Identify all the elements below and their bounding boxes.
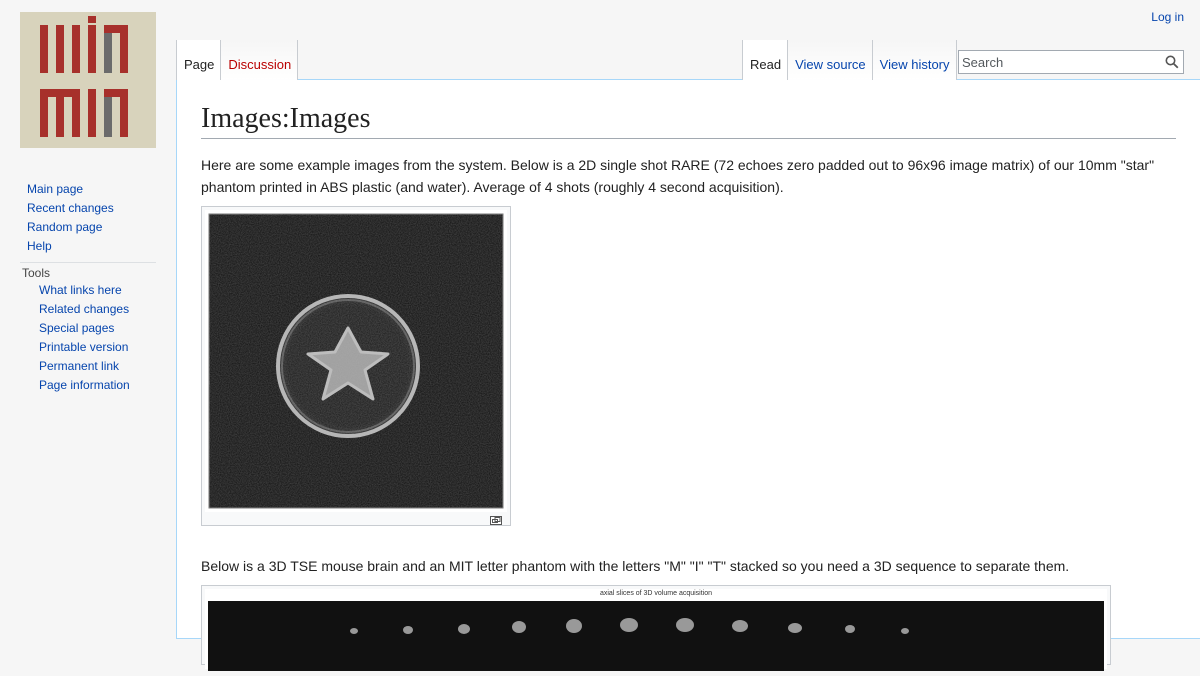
tab-page-link[interactable]: Page xyxy=(184,57,214,72)
star-phantom-mri-image xyxy=(208,213,504,509)
tab-discussion-link[interactable]: Discussion xyxy=(228,57,291,72)
tab-view-history-link[interactable]: View history xyxy=(880,57,950,72)
content-area: Images:Images Here are some example imag… xyxy=(176,79,1200,671)
sidebar-item-help[interactable]: Help xyxy=(27,239,52,253)
mit-mri-logo-image xyxy=(20,12,156,148)
tab-page[interactable]: Page xyxy=(176,40,222,80)
sidebar-item-random-page[interactable]: Random page xyxy=(27,220,102,234)
tab-read-link[interactable]: Read xyxy=(750,57,781,72)
image-caption: axial slices of 3D volume acquisition xyxy=(599,590,713,597)
tab-read[interactable]: Read xyxy=(742,40,789,80)
volume-slices-strip xyxy=(208,601,1104,671)
sidebar-item-what-links-here[interactable]: What links here xyxy=(39,283,122,297)
navigation-portal: Main page Recent changes Random page Hel… xyxy=(20,180,156,256)
sidebar-item-page-information[interactable]: Page information xyxy=(39,378,130,392)
sidebar-item-recent-changes[interactable]: Recent changes xyxy=(27,201,114,215)
tab-view-source-link[interactable]: View source xyxy=(795,57,866,72)
star-phantom-image[interactable] xyxy=(205,210,507,512)
tools-portal: What links here Related changes Special … xyxy=(20,281,156,395)
page-title: Images:Images xyxy=(201,102,1176,139)
tab-view-history[interactable]: View history xyxy=(872,40,957,80)
search-icon[interactable] xyxy=(1165,55,1179,69)
search-box xyxy=(958,50,1184,74)
intro-paragraph: Here are some example images from the sy… xyxy=(201,157,1155,195)
image-thumbnail-3d-volume: axial slices of 3D volume acquisition xyxy=(201,585,1111,671)
tab-discussion[interactable]: Discussion xyxy=(221,40,299,80)
brain-phantom-paragraph: Below is a 3D TSE mouse brain and an MIT… xyxy=(201,558,1070,574)
tab-view-source[interactable]: View source xyxy=(788,40,873,80)
personal-tools: Log in xyxy=(1151,10,1184,24)
sidebar: Main page Recent changes Random page Hel… xyxy=(20,180,156,395)
sidebar-item-printable-version[interactable]: Printable version xyxy=(39,340,128,354)
sidebar-item-special-pages[interactable]: Special pages xyxy=(39,321,114,335)
enlarge-icon[interactable] xyxy=(490,512,502,525)
sidebar-item-related-changes[interactable]: Related changes xyxy=(39,302,129,316)
login-link[interactable]: Log in xyxy=(1151,10,1184,24)
sidebar-item-main-page[interactable]: Main page xyxy=(27,182,83,196)
3d-volume-image[interactable]: axial slices of 3D volume acquisition xyxy=(205,589,1107,671)
view-tabs: Read View source View history xyxy=(742,40,957,80)
sidebar-item-permanent-link[interactable]: Permanent link xyxy=(39,359,119,373)
image-thumbnail-star-phantom xyxy=(201,206,511,526)
tools-heading: Tools xyxy=(20,262,156,281)
namespace-tabs: Page Discussion xyxy=(176,40,299,80)
search-input[interactable] xyxy=(962,53,1158,71)
site-logo[interactable] xyxy=(20,12,156,148)
